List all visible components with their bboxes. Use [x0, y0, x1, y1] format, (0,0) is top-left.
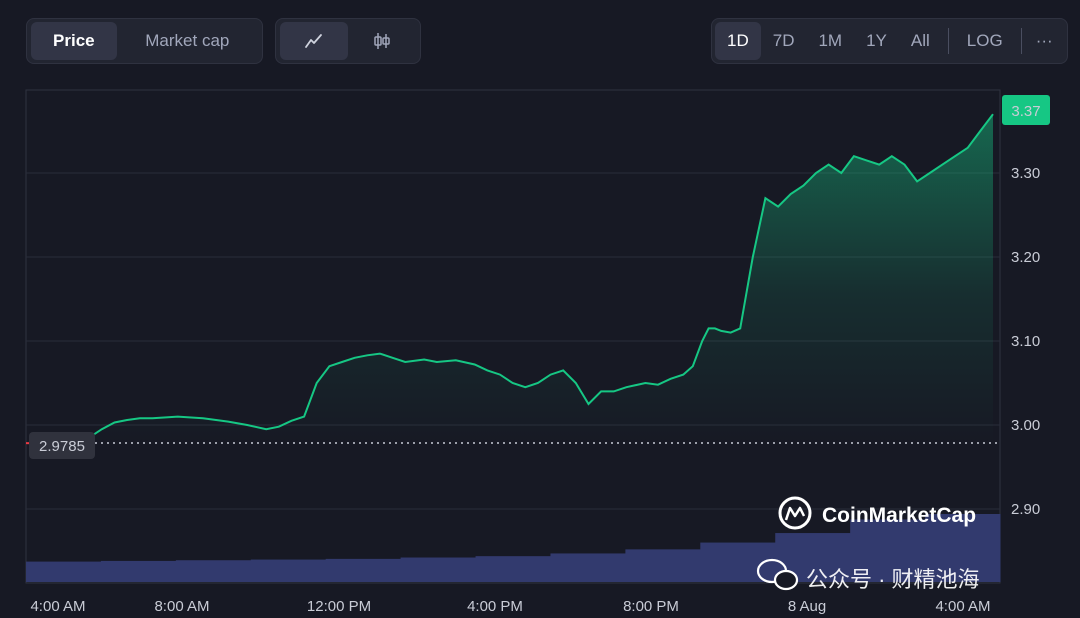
- x-tick-label: 8:00 AM: [154, 598, 209, 615]
- x-tick-label: 4:00 AM: [935, 598, 990, 615]
- volume-bar: [550, 553, 626, 582]
- y-tick-label: 2.90: [1011, 501, 1040, 518]
- volume-bar: [175, 560, 252, 582]
- coinmarketcap-logo-icon: [778, 496, 812, 530]
- x-tick-label: 4:00 PM: [467, 598, 523, 615]
- y-tick-label: 3.00: [1011, 417, 1040, 434]
- x-tick-label: 8:00 PM: [623, 598, 679, 615]
- last-price-tag: 3.37: [1002, 95, 1050, 125]
- y-tick-label: 3.30: [1011, 165, 1040, 182]
- x-tick-label: 12:00 PM: [307, 598, 371, 615]
- last-price-label: 3.37: [1011, 103, 1040, 120]
- volume-bar: [625, 549, 701, 582]
- volume-bar: [250, 559, 327, 582]
- y-tick-label: 3.20: [1011, 249, 1040, 266]
- price-area-fill: [82, 114, 993, 444]
- watermark-brand: CoinMarketCap: [822, 504, 976, 527]
- x-tick-label: 8 Aug: [788, 598, 826, 615]
- volume-bar: [100, 560, 177, 582]
- coinmarketcap-watermark: CoinMarketCap: [778, 496, 976, 530]
- price-chart[interactable]: 2.9785 3.00 3.10 3.20 3.30 2.90 3.37 4:00 AM…: [0, 0, 1080, 618]
- watermark-wechat: 公众号 · 财精池海: [806, 567, 980, 592]
- open-price-label: 2.9785: [39, 438, 85, 455]
- y-axis: 3.00 3.10 3.20 3.30 2.90: [1011, 165, 1040, 518]
- x-axis: 4:00 AM 8:00 AM 12:00 PM 4:00 PM 8:00 PM 8 Au…: [30, 598, 990, 615]
- x-tick-label: 4:00 AM: [30, 598, 85, 615]
- volume-bar: [400, 557, 477, 582]
- volume-bar: [325, 558, 402, 582]
- volume-bar: [26, 561, 102, 582]
- volume-bar: [475, 556, 551, 582]
- open-price-tag: 2.9785: [29, 432, 95, 459]
- y-tick-label: 3.10: [1011, 333, 1040, 350]
